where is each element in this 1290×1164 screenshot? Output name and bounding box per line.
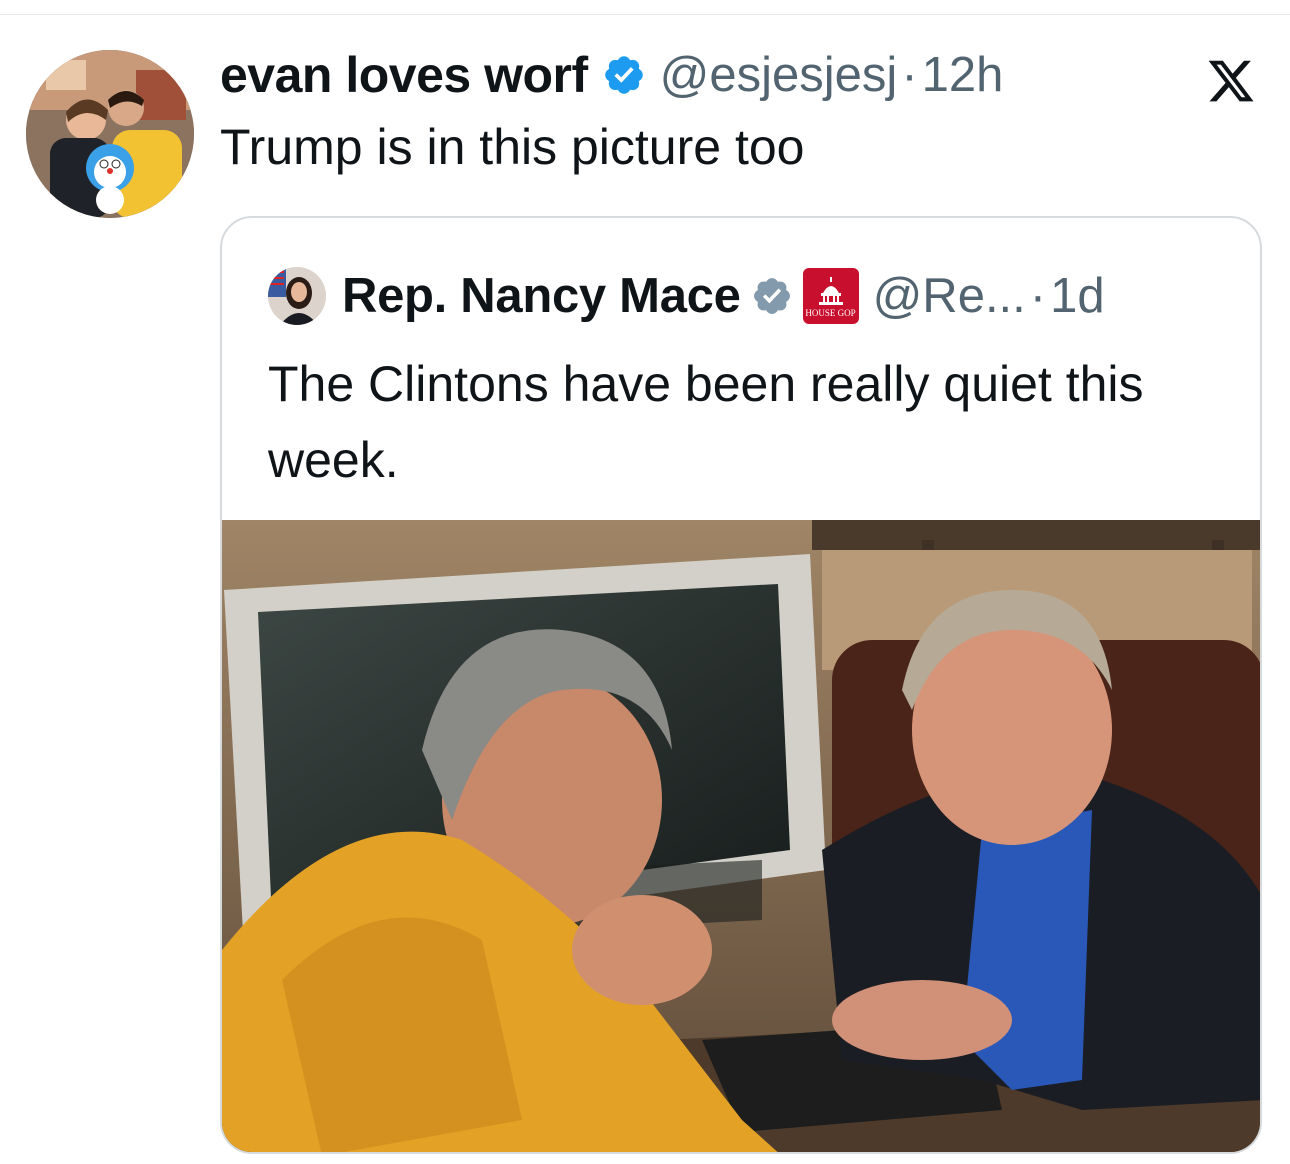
- quoted-tweet-timestamp[interactable]: 1d: [1050, 268, 1105, 324]
- quoted-tweet-card[interactable]: Rep. Nancy Mace HOUSE GOP @Re... · 1d Th…: [220, 216, 1262, 1154]
- quoted-tweet-photo[interactable]: [222, 520, 1260, 1152]
- tweet-text: Trump is in this picture too: [220, 119, 805, 175]
- verified-badge-icon: [604, 56, 643, 94]
- tweet-header: evan loves worf @esjesjesj · 12h: [220, 40, 1003, 110]
- quoted-author-handle[interactable]: @Re...: [873, 268, 1026, 324]
- quoted-tweet-text: The Clintons have been really quiet this…: [268, 356, 1144, 488]
- top-divider: [0, 14, 1290, 15]
- verified-badge-icon: [753, 278, 790, 314]
- capitol-dome-icon: [818, 276, 843, 305]
- affiliation-badge[interactable]: HOUSE GOP: [802, 268, 859, 324]
- x-logo-icon[interactable]: [1204, 56, 1258, 106]
- separator-dot: ·: [901, 48, 918, 102]
- author-avatar[interactable]: [26, 50, 194, 218]
- quoted-author-display-name[interactable]: Rep. Nancy Mace: [342, 268, 741, 324]
- separator-dot: ·: [1029, 269, 1047, 323]
- tweet-timestamp[interactable]: 12h: [922, 47, 1004, 103]
- quoted-author-avatar[interactable]: [268, 267, 326, 325]
- author-handle[interactable]: @esjesjesj: [660, 47, 898, 103]
- author-display-name[interactable]: evan loves worf: [220, 46, 588, 104]
- quoted-tweet-header: Rep. Nancy Mace HOUSE GOP @Re... · 1d: [268, 266, 1105, 326]
- affiliation-badge-text: HOUSE GOP: [805, 307, 856, 318]
